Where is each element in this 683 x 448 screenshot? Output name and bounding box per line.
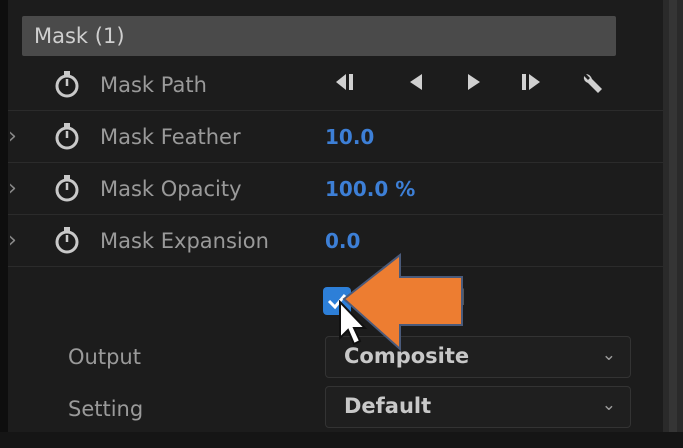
- mask-expansion-row: › Mask Expansion 0.0: [8, 216, 663, 267]
- expand-chevron-icon[interactable]: ›: [8, 228, 17, 253]
- mask-section-title: Mask (1): [34, 24, 125, 48]
- setting-dropdown-value: Default: [344, 394, 432, 418]
- tracking-method-wrench-icon[interactable]: [580, 70, 608, 96]
- setting-dropdown[interactable]: Default ⌄: [325, 386, 631, 428]
- mask-opacity-row: › Mask Opacity 100.0 %: [8, 164, 663, 215]
- track-selected-mask-forward-icon[interactable]: [462, 70, 484, 94]
- expand-chevron-icon[interactable]: ›: [8, 176, 17, 201]
- stopwatch-icon[interactable]: [54, 70, 80, 98]
- chevron-down-icon: ⌄: [601, 395, 616, 415]
- panel-scrollbar[interactable]: [663, 0, 683, 448]
- stopwatch-icon[interactable]: [54, 122, 80, 150]
- mask-opacity-value[interactable]: 100.0 %: [325, 177, 415, 201]
- go-to-previous-keyframe-icon[interactable]: [332, 70, 358, 94]
- mask-path-label: Mask Path: [100, 73, 207, 97]
- mask-feather-label: Mask Feather: [100, 125, 241, 149]
- mask-feather-row: › Mask Feather 10.0: [8, 112, 663, 163]
- stopwatch-icon[interactable]: [54, 174, 80, 202]
- track-selected-mask-backward-icon[interactable]: [406, 70, 428, 94]
- mask-expansion-label: Mask Expansion: [100, 229, 269, 253]
- output-label: Output: [68, 345, 141, 369]
- mask-opacity-label: Mask Opacity: [100, 177, 242, 201]
- mask-feather-value[interactable]: 10.0: [325, 125, 374, 149]
- mask-path-tracking-controls: [328, 70, 628, 100]
- scrollbar-track[interactable]: [669, 0, 677, 448]
- mask-section-header[interactable]: Mask (1): [22, 16, 616, 56]
- next-row-partial: [0, 432, 683, 448]
- mask-path-row: Mask Path: [8, 60, 663, 111]
- mask-expansion-value[interactable]: 0.0: [325, 229, 360, 253]
- expand-chevron-icon[interactable]: ›: [8, 124, 17, 149]
- effect-controls-panel: Mask (1) Mask Path › Mask Feather 10.0 ›…: [0, 0, 683, 448]
- panel-left-edge: [0, 0, 8, 448]
- setting-label: Setting: [68, 397, 144, 421]
- chevron-down-icon: ⌄: [601, 345, 616, 365]
- mouse-cursor-icon: [339, 300, 368, 346]
- stopwatch-icon[interactable]: [54, 226, 80, 254]
- go-to-next-keyframe-icon[interactable]: [518, 70, 544, 94]
